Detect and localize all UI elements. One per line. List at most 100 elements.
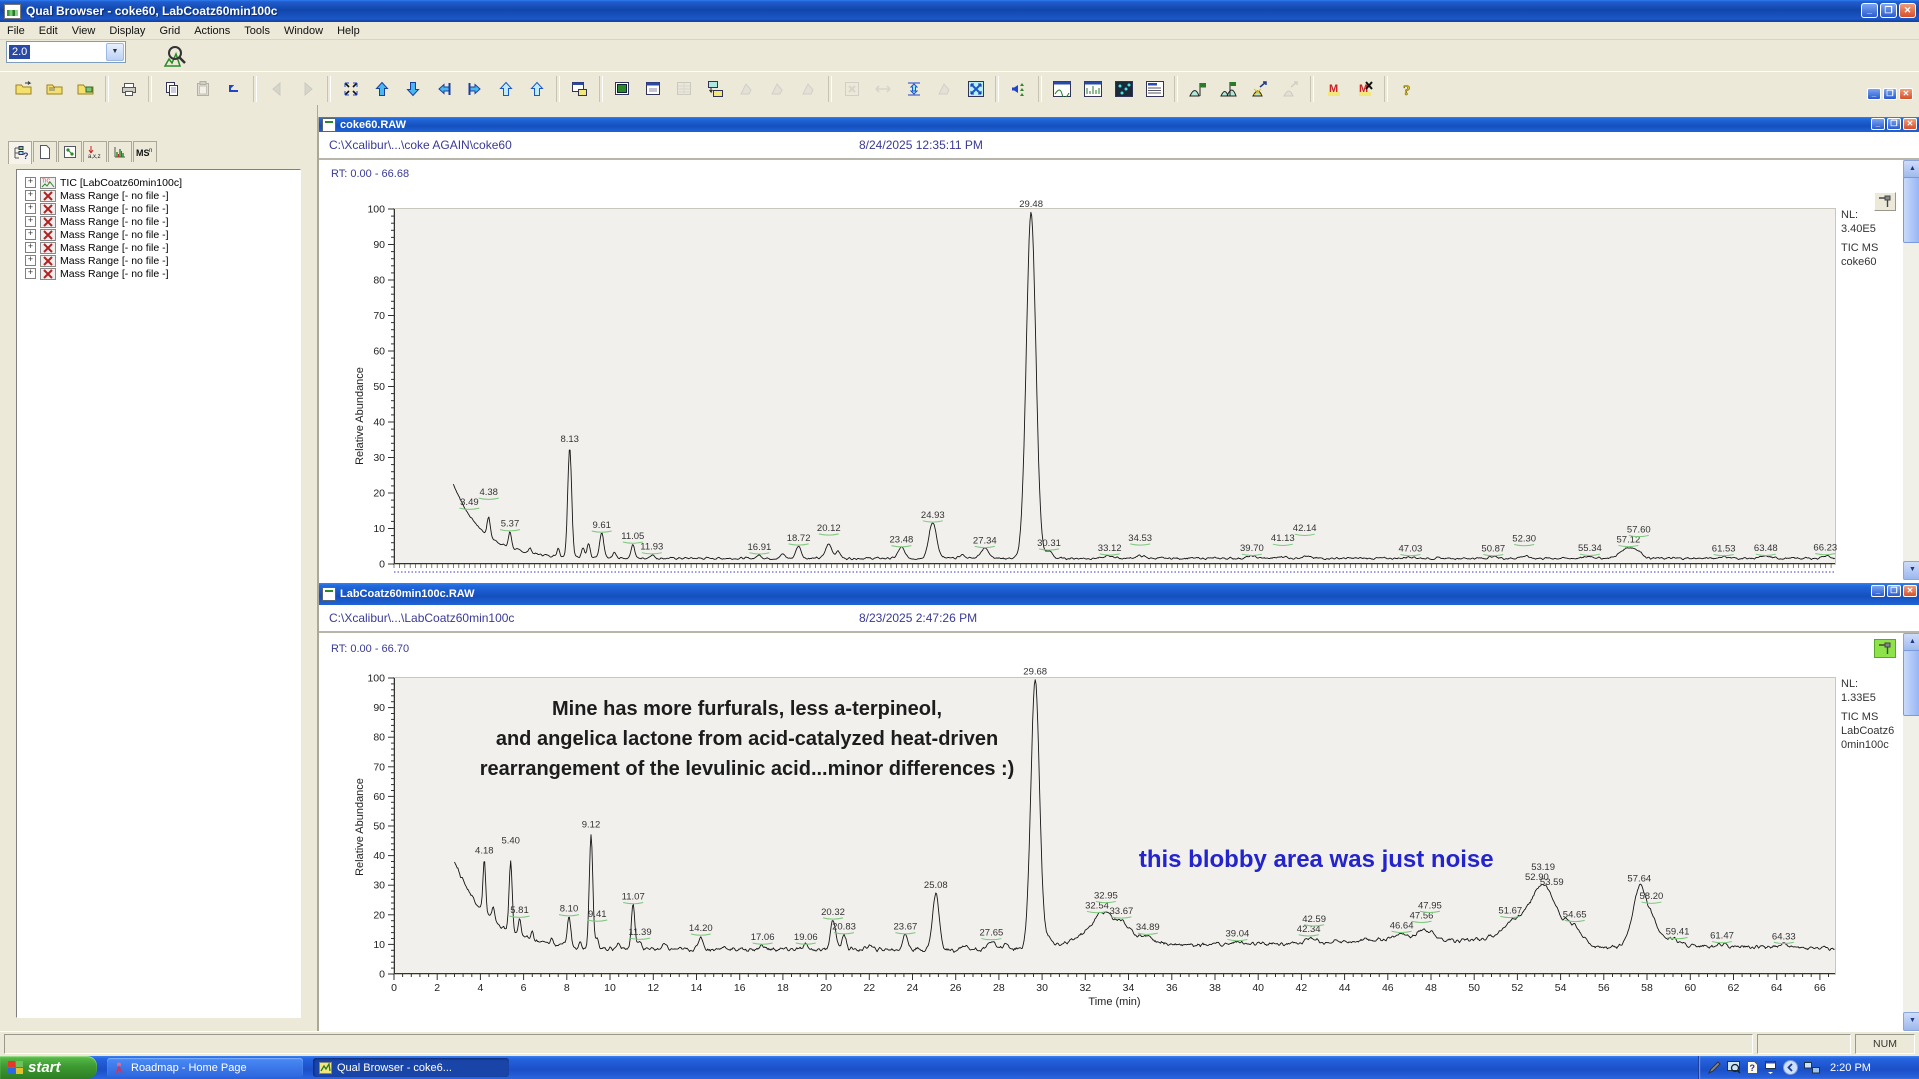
label-peaks-button[interactable] bbox=[1182, 75, 1213, 104]
open-sequence-button[interactable] bbox=[39, 75, 70, 104]
expand-icon[interactable]: + bbox=[25, 242, 36, 253]
menu-help[interactable]: Help bbox=[330, 23, 367, 39]
display-list-button[interactable] bbox=[1139, 75, 1170, 104]
scroll-down-icon[interactable]: ▼ bbox=[1903, 1012, 1919, 1031]
grid-layout-button[interactable] bbox=[564, 75, 595, 104]
label-all-peaks-button[interactable] bbox=[1213, 75, 1244, 104]
undo-button[interactable] bbox=[218, 75, 249, 104]
expand-cell-button[interactable] bbox=[335, 75, 366, 104]
pane-minimize-button[interactable]: _ bbox=[1871, 118, 1885, 130]
chromatogram-plot[interactable]: 01020304050607080901003.494.385.378.139.… bbox=[393, 208, 1836, 565]
menu-tools[interactable]: Tools bbox=[237, 23, 277, 39]
menu-display[interactable]: Display bbox=[102, 23, 152, 39]
open-result-file-button[interactable] bbox=[70, 75, 101, 104]
tray-help-file-icon[interactable]: ? bbox=[1747, 1061, 1758, 1074]
minimize-button[interactable]: _ bbox=[1861, 3, 1878, 18]
tree-item[interactable]: +Mass Range [- no file -] bbox=[19, 189, 298, 202]
expand-icon[interactable]: + bbox=[25, 203, 36, 214]
expand-icon[interactable]: + bbox=[25, 255, 36, 266]
structure-view-tab[interactable] bbox=[58, 141, 82, 162]
tree-item[interactable]: +Mass Range [- no file -] bbox=[19, 267, 298, 280]
tree-item[interactable]: +Mass Range [- no file -] bbox=[19, 202, 298, 215]
print-button[interactable] bbox=[113, 75, 144, 104]
msn-view-tab[interactable]: MSn bbox=[133, 141, 157, 162]
scroll-down-icon[interactable]: ▼ bbox=[1903, 561, 1919, 580]
tray-display-magnifier-icon[interactable] bbox=[1727, 1061, 1741, 1074]
toggle-marker-button[interactable]: M bbox=[1318, 75, 1349, 104]
combobox-dropdown-icon[interactable]: ▼ bbox=[106, 43, 124, 61]
zoom-level-combobox[interactable]: 2.0 ▼ bbox=[6, 41, 126, 63]
reset-zoom-button[interactable] bbox=[960, 75, 991, 104]
previous-scan-button[interactable] bbox=[1003, 75, 1034, 104]
move-cell-right-button[interactable] bbox=[459, 75, 490, 104]
child-restore-button[interactable]: ❐ bbox=[1883, 88, 1897, 100]
pane-close-button[interactable]: ✕ bbox=[1903, 585, 1917, 597]
menu-view[interactable]: View bbox=[65, 23, 103, 39]
tree-item[interactable]: +Mass Range [- no file -] bbox=[19, 215, 298, 228]
display-profile-button[interactable] bbox=[1077, 75, 1108, 104]
expand-icon[interactable]: + bbox=[25, 190, 36, 201]
expand-icon[interactable]: + bbox=[25, 268, 36, 279]
zoom-chromatogram-button[interactable] bbox=[156, 41, 192, 73]
menu-actions[interactable]: Actions bbox=[187, 23, 237, 39]
pin-button-active[interactable] bbox=[1874, 639, 1896, 658]
scroll-thumb[interactable] bbox=[1903, 650, 1919, 716]
menu-grid[interactable]: Grid bbox=[152, 23, 187, 39]
pane-maximize-button[interactable]: ❐ bbox=[1887, 118, 1901, 130]
tree-item[interactable]: +TICTIC [LabCoatz60min100c] bbox=[19, 176, 298, 189]
clear-peak-labels-button[interactable] bbox=[1244, 75, 1275, 104]
toggle-marker-off-button[interactable]: M bbox=[1349, 75, 1380, 104]
cell-type-spectrum-button[interactable] bbox=[638, 75, 669, 104]
pane-scrollbar[interactable]: ▲ ▼ bbox=[1903, 633, 1919, 1031]
pane-scrollbar[interactable]: ▲ ▼ bbox=[1903, 160, 1919, 580]
tree-item[interactable]: +Mass Range [- no file -] bbox=[19, 228, 298, 241]
taskbar-task-roadmap[interactable]: Roadmap - Home Page bbox=[107, 1058, 303, 1077]
pin-cell-tool-button[interactable] bbox=[700, 75, 731, 104]
display-peak-trace-button[interactable] bbox=[1046, 75, 1077, 104]
display-map-button[interactable] bbox=[1108, 75, 1139, 104]
tree-item[interactable]: +Mass Range [- no file -] bbox=[19, 254, 298, 267]
chart-cell[interactable]: RT: 0.00 - 66.70 Relative Abundance 0102… bbox=[319, 633, 1919, 1031]
spectra-view-tab[interactable] bbox=[108, 141, 132, 162]
menu-edit[interactable]: Edit bbox=[32, 23, 65, 39]
maximize-button[interactable]: ❐ bbox=[1880, 3, 1897, 18]
tree-item[interactable]: +Mass Range [- no file -] bbox=[19, 241, 298, 254]
pane-title-bar[interactable]: LabCoatz60min100c.RAW _ ❐ ✕ bbox=[319, 583, 1919, 605]
tray-window-popup-icon[interactable] bbox=[1764, 1061, 1777, 1074]
tray-pen-icon[interactable] bbox=[1707, 1061, 1721, 1075]
chromatogram-plot[interactable]: 0102030405060708090100024681012141618202… bbox=[393, 677, 1836, 975]
move-cell-up-button[interactable] bbox=[366, 75, 397, 104]
tray-network-icon[interactable] bbox=[1804, 1062, 1820, 1074]
menu-window[interactable]: Window bbox=[277, 23, 330, 39]
menu-file[interactable]: File bbox=[0, 23, 32, 39]
tray-hide-icons-chevron[interactable] bbox=[1783, 1060, 1798, 1075]
child-close-button[interactable]: ✕ bbox=[1899, 88, 1913, 100]
expand-icon[interactable]: + bbox=[25, 229, 36, 240]
axz-view-tab[interactable]: a,x,z bbox=[83, 141, 107, 162]
app-title-bar[interactable]: Qual Browser - coke60, LabCoatz60min100c… bbox=[0, 0, 1919, 22]
close-button[interactable]: ✕ bbox=[1899, 3, 1916, 18]
clear-all-peak-labels-button bbox=[1275, 75, 1306, 104]
pane-minimize-button[interactable]: _ bbox=[1871, 585, 1885, 597]
pane-maximize-button[interactable]: ❐ bbox=[1887, 585, 1901, 597]
taskbar-task-qual-browser[interactable]: Qual Browser - coke6... bbox=[313, 1058, 509, 1077]
chart-cell[interactable]: RT: 0.00 - 66.68 Relative Abundance 0102… bbox=[319, 160, 1919, 580]
help-button[interactable]: ? bbox=[1392, 75, 1423, 104]
move-cell-left-button[interactable] bbox=[428, 75, 459, 104]
move-cell-down-button[interactable] bbox=[397, 75, 428, 104]
child-minimize-button[interactable]: _ bbox=[1867, 88, 1881, 100]
pane-title-bar[interactable]: coke60.RAW _ ❐ ✕ bbox=[319, 117, 1919, 132]
copy-button[interactable] bbox=[156, 75, 187, 104]
expand-icon[interactable]: + bbox=[25, 216, 36, 227]
expand-icon[interactable]: + bbox=[25, 177, 36, 188]
blank-view-tab[interactable] bbox=[33, 141, 57, 162]
start-button[interactable]: start bbox=[0, 1056, 97, 1079]
cell-type-chromatogram-button[interactable] bbox=[607, 75, 638, 104]
open-raw-file-button[interactable] bbox=[8, 75, 39, 104]
insert-cell-below-button[interactable] bbox=[521, 75, 552, 104]
insert-cell-above-button[interactable] bbox=[490, 75, 521, 104]
tree-view-tab[interactable]: ? bbox=[8, 141, 32, 164]
pane-close-button[interactable]: ✕ bbox=[1903, 118, 1917, 130]
autoscale-y-button[interactable] bbox=[898, 75, 929, 104]
scroll-thumb[interactable] bbox=[1903, 177, 1919, 243]
